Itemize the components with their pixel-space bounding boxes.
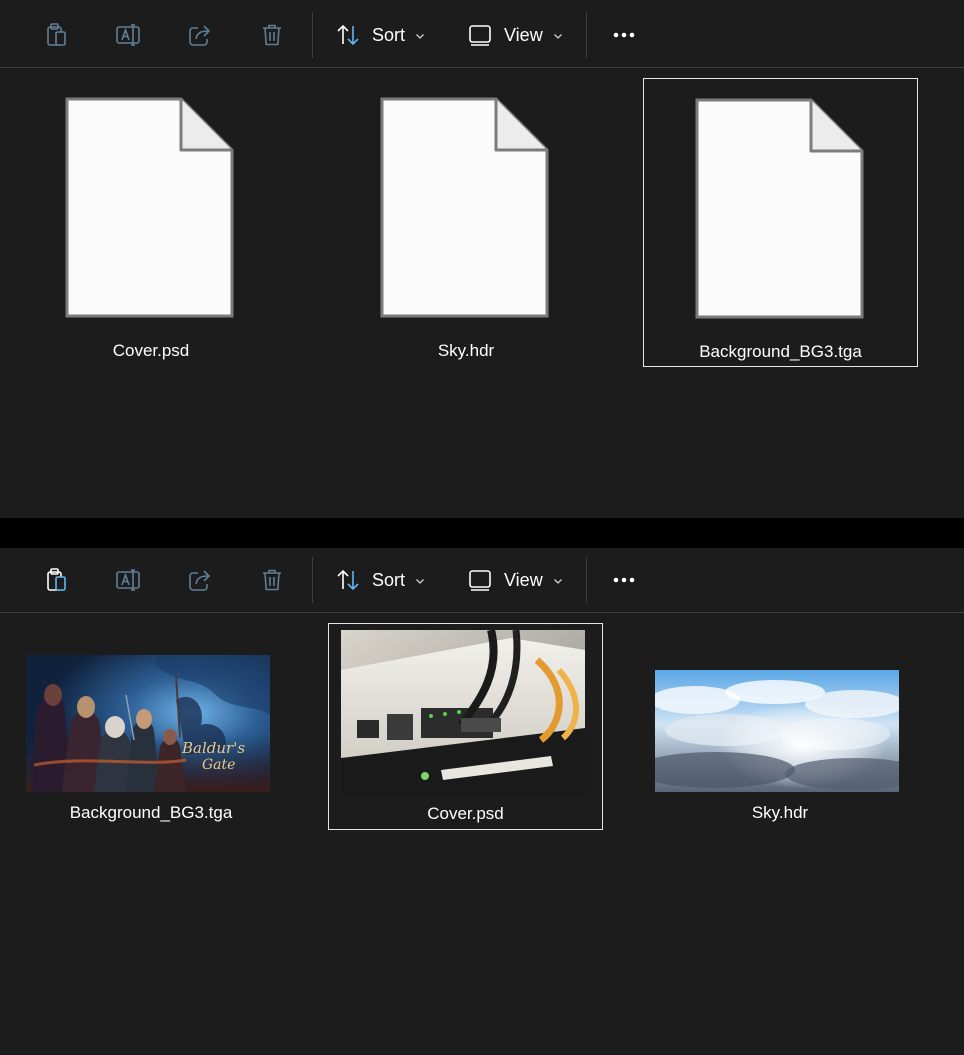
file-name: Cover.psd	[427, 804, 504, 823]
generic-file-icon	[695, 98, 864, 319]
chevron-down-icon	[416, 579, 424, 584]
view-button[interactable]: View	[466, 561, 566, 599]
share-button[interactable]	[184, 561, 216, 599]
view-label: View	[504, 569, 543, 590]
trash-icon	[263, 569, 281, 591]
share-icon	[189, 25, 211, 46]
share-button[interactable]	[184, 16, 216, 54]
toolbar-separator	[312, 12, 313, 58]
file-explorer-pane-top: Sort View Cover.psd Sky.hdr Background_B…	[0, 0, 964, 518]
command-bar: Sort View	[0, 545, 964, 613]
toolbar-separator	[586, 12, 587, 58]
delete-button[interactable]	[256, 16, 288, 54]
rename-button[interactable]	[112, 16, 144, 54]
file-item-background-bg3-tga[interactable]: Background_BG3.tga	[643, 78, 918, 367]
file-name: Sky.hdr	[751, 803, 809, 822]
view-icon	[469, 570, 491, 591]
file-name: Sky.hdr	[437, 341, 495, 360]
more-options-button[interactable]	[606, 16, 642, 54]
panel-separator	[0, 518, 964, 548]
sort-button[interactable]: Sort	[334, 561, 434, 599]
toolbar-separator	[586, 557, 587, 603]
file-item-cover-psd[interactable]: Cover.psd	[328, 623, 603, 830]
view-icon	[469, 25, 491, 46]
cloudy-sky-thumbnail	[655, 670, 899, 792]
rename-icon	[116, 24, 140, 46]
file-name: Background_BG3.tga	[69, 803, 233, 822]
toolbar-divider	[0, 612, 964, 613]
delete-button[interactable]	[256, 561, 288, 599]
generic-file-icon	[65, 97, 234, 318]
file-name: Background_BG3.tga	[699, 342, 862, 361]
paste-button[interactable]	[40, 561, 72, 599]
more-icon	[613, 32, 635, 38]
svg-text:Gate: Gate	[202, 757, 235, 773]
paste-button[interactable]	[40, 16, 72, 54]
more-icon	[613, 577, 635, 583]
file-item-sky-hdr[interactable]: Sky.hdr	[329, 78, 603, 366]
toolbar-separator	[312, 557, 313, 603]
file-item-cover-psd[interactable]: Cover.psd	[14, 78, 288, 366]
game-logo-text: Baldur's	[181, 739, 245, 757]
sort-label: Sort	[372, 24, 406, 45]
file-item-sky-hdr[interactable]: Sky.hdr	[643, 623, 917, 830]
clipboard-icon	[47, 568, 66, 591]
chevron-down-icon	[553, 34, 562, 39]
sort-icon	[337, 24, 359, 46]
chevron-down-icon	[416, 34, 424, 39]
game-key-art-thumbnail: Baldur's Gate	[26, 655, 270, 792]
toolbar-divider	[0, 67, 964, 68]
view-label: View	[504, 24, 543, 45]
clipboard-icon	[47, 23, 66, 46]
rename-icon	[116, 569, 140, 591]
share-icon	[189, 570, 211, 591]
more-options-button[interactable]	[606, 561, 642, 599]
sort-label: Sort	[372, 569, 406, 590]
file-item-background-bg3-tga[interactable]: Baldur's Gate Background_BG3.tga	[14, 623, 288, 830]
sort-button[interactable]: Sort	[334, 16, 434, 54]
generic-file-icon	[380, 97, 549, 318]
file-explorer-pane-bottom: Sort View Baldur's Gate Background_BG3.t…	[0, 548, 964, 1055]
chevron-down-icon	[553, 579, 562, 584]
command-bar: Sort View	[0, 0, 964, 68]
file-name: Cover.psd	[112, 341, 190, 360]
trash-icon	[263, 24, 281, 46]
network-router-cables-thumbnail	[341, 630, 585, 793]
rename-button[interactable]	[112, 561, 144, 599]
sort-icon	[337, 569, 359, 591]
view-button[interactable]: View	[466, 16, 566, 54]
